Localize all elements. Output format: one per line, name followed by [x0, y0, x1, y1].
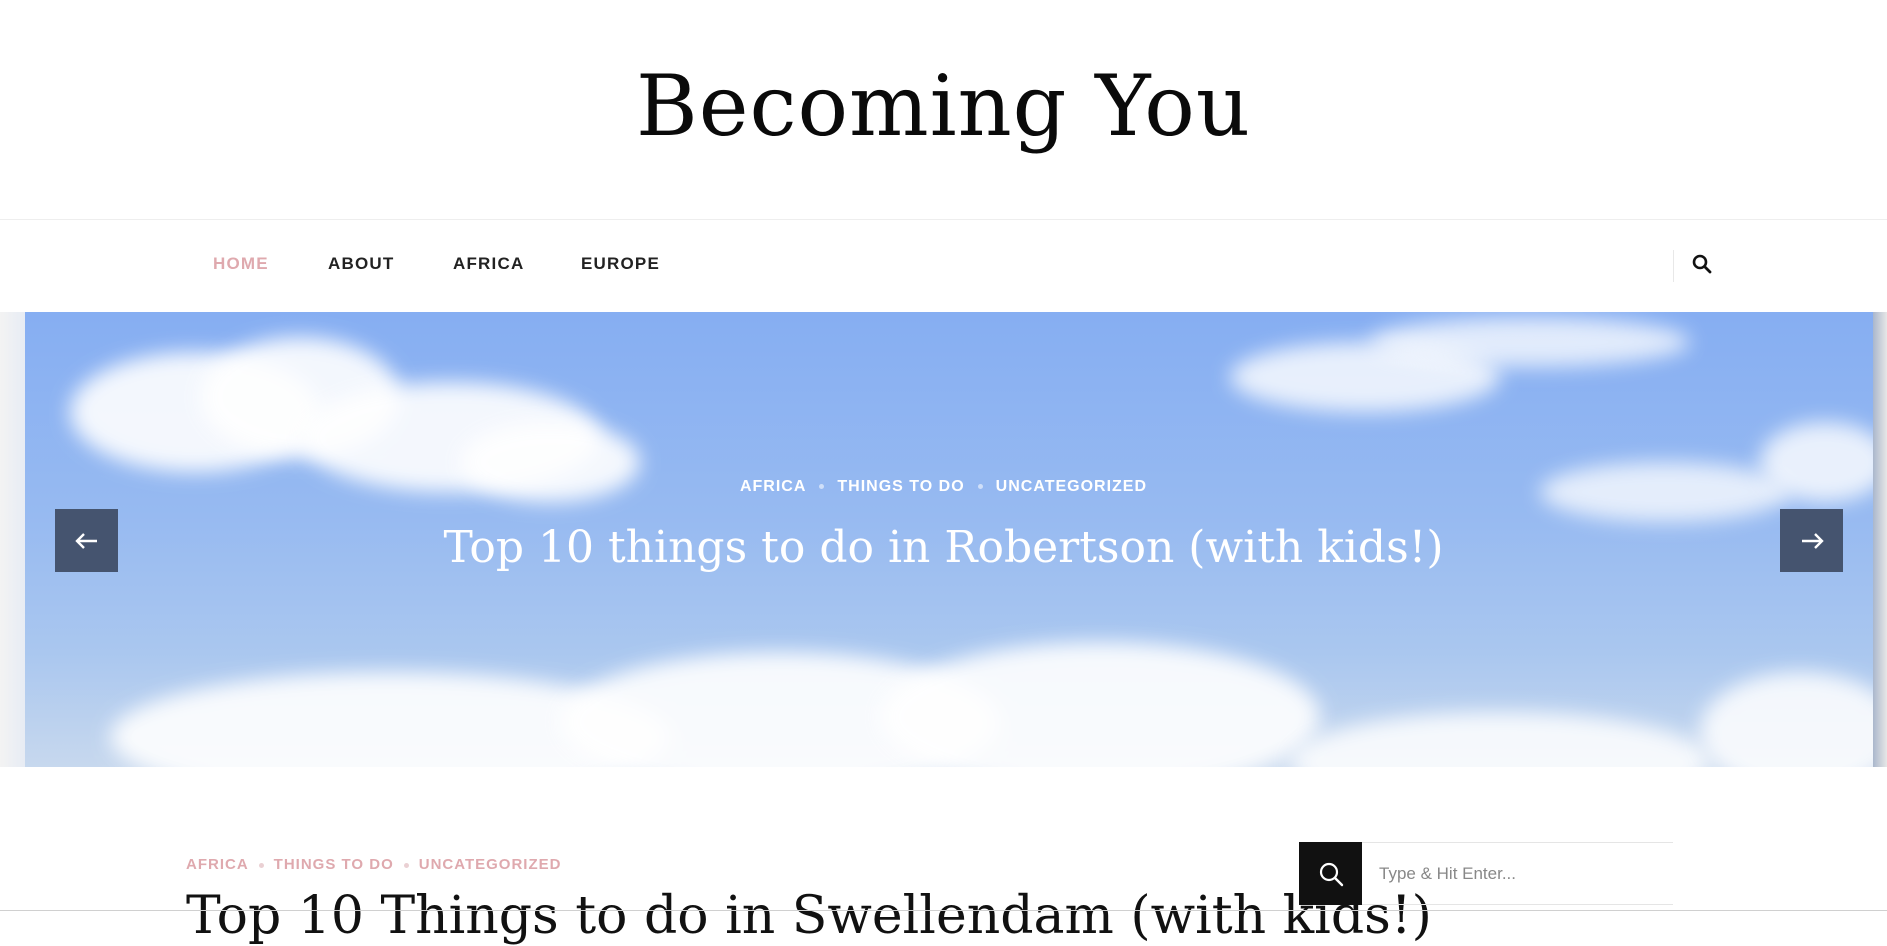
- hero-title[interactable]: Top 10 things to do in Robertson (with k…: [0, 522, 1887, 573]
- search-icon: [1319, 862, 1343, 886]
- nav-item-home[interactable]: HOME: [213, 254, 269, 274]
- post-title[interactable]: Top 10 Things to do in Swellendam (with …: [186, 886, 1432, 946]
- hero-category[interactable]: AFRICA: [740, 478, 806, 495]
- separator-dot: [977, 484, 983, 490]
- sidebar-search-widget: [1299, 842, 1673, 905]
- nav-divider: [1673, 250, 1674, 282]
- featured-slider[interactable]: AFRICA THINGS TO DO UNCATEGORIZED Top 10 t…: [0, 312, 1887, 767]
- hero-category[interactable]: UNCATEGORIZED: [996, 478, 1147, 495]
- nav-item-about[interactable]: ABOUT: [328, 254, 394, 274]
- arrow-left-icon: [74, 532, 97, 549]
- sidebar-search-button[interactable]: [1299, 842, 1362, 905]
- cloud: [1290, 712, 1710, 767]
- nav-item-africa[interactable]: AFRICA: [453, 254, 524, 274]
- cloud: [1370, 317, 1690, 367]
- post-category[interactable]: AFRICA: [186, 856, 249, 873]
- post-category[interactable]: THINGS TO DO: [274, 856, 394, 873]
- cloud: [1700, 672, 1887, 767]
- search-icon[interactable]: [1690, 252, 1714, 276]
- search-border-bottom: [1362, 904, 1673, 905]
- search-border-top: [1362, 842, 1673, 843]
- post-categories: AFRICA THINGS TO DO UNCATEGORIZED: [186, 856, 561, 873]
- arrow-right-icon: [1801, 532, 1824, 549]
- separator-dot: [403, 862, 409, 868]
- separator-dot: [258, 862, 264, 868]
- post-category[interactable]: UNCATEGORIZED: [419, 856, 562, 873]
- nav-item-europe[interactable]: EUROPE: [581, 254, 660, 274]
- site-title[interactable]: Becoming You: [0, 56, 1887, 156]
- separator-dot: [819, 484, 825, 490]
- hero-category[interactable]: THINGS TO DO: [837, 478, 964, 495]
- main-nav: HOME ABOUT AFRICA EUROPE: [0, 220, 1887, 312]
- sidebar-search-input[interactable]: [1379, 860, 1659, 888]
- hero-categories: AFRICA THINGS TO DO UNCATEGORIZED: [0, 478, 1887, 496]
- slider-prev-button[interactable]: [55, 509, 118, 572]
- slider-next-button[interactable]: [1780, 509, 1843, 572]
- cloud: [880, 642, 1320, 767]
